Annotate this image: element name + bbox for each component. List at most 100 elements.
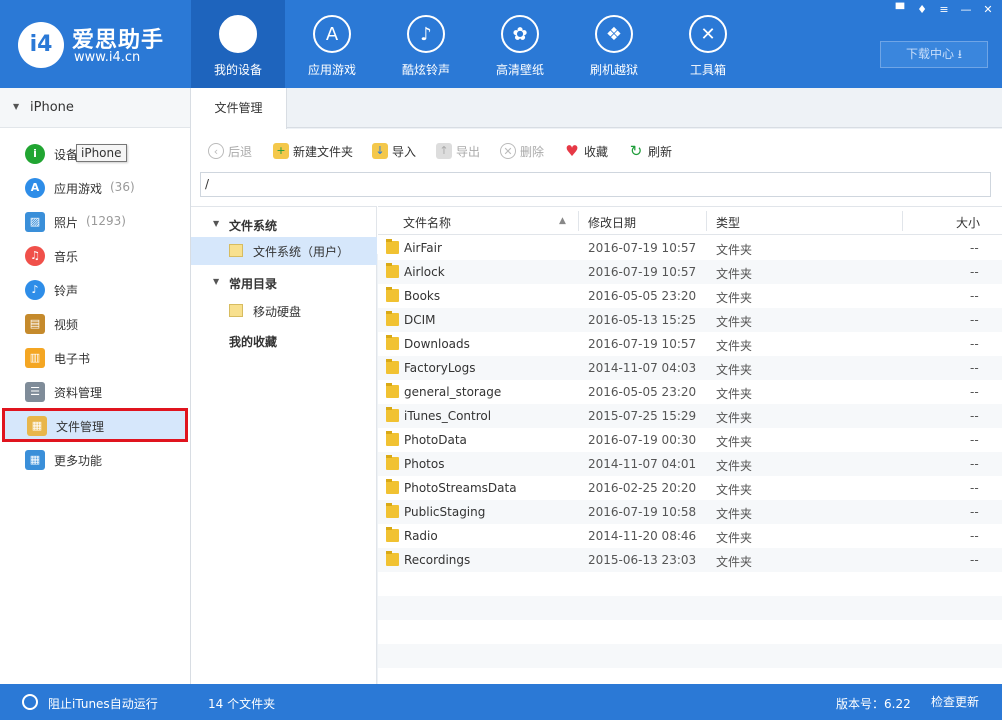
file-name: Airlock	[404, 265, 445, 279]
sidebar-item-label: 铃声	[54, 284, 79, 298]
nav-item-4[interactable]: ❖ 刷机越狱	[567, 0, 661, 88]
nav-label: 酷炫铃声	[401, 63, 450, 77]
column-name[interactable]: 文件名称	[403, 214, 451, 231]
column-date[interactable]: 修改日期	[588, 214, 636, 231]
sidebar-item-2[interactable]: ▨ 照片 (1293)	[0, 204, 190, 238]
nav-label: 刷机越狱	[589, 63, 638, 77]
folder-icon	[386, 239, 399, 254]
tree-group-filesystem[interactable]: ▼ 文件系统	[191, 211, 377, 239]
table-row[interactable]: general_storage 2016-05-05 23:20 文件夹 --	[378, 380, 1002, 404]
table-row[interactable]: Recordings 2015-06-13 23:03 文件夹 --	[378, 548, 1002, 572]
chevron-down-icon: ▼	[13, 102, 20, 111]
menu-icon[interactable]: ≡	[936, 3, 952, 17]
bell-icon: ♪	[25, 280, 45, 300]
check-update-button[interactable]: 检查更新	[922, 690, 988, 714]
sidebar-item-label: 音乐	[54, 250, 79, 264]
main-nav: 我的设备 A 应用游戏 ♪ 酷炫铃声 ✿ 高清壁纸 ❖ 刷机越狱 ✕ 工具箱	[191, 0, 755, 88]
table-row[interactable]: Downloads 2016-07-19 10:57 文件夹 --	[378, 332, 1002, 356]
sidebar-item-label: 应用游戏	[54, 182, 103, 196]
download-center-button[interactable]: 下载中心 ⭳	[880, 41, 988, 68]
nav-item-2[interactable]: ♪ 酷炫铃声	[379, 0, 473, 88]
table-row[interactable]: AirFair 2016-07-19 10:57 文件夹 --	[378, 236, 1002, 260]
tab-bar: 文件管理	[191, 88, 1002, 129]
tree-group-favorites[interactable]: 我的收藏	[191, 327, 377, 355]
file-date: 2016-05-05 23:20	[588, 289, 697, 303]
skin-icon[interactable]: ♦	[914, 3, 930, 17]
film-icon: ▤	[25, 314, 45, 334]
table-row[interactable]: PhotoStreamsData 2016-02-25 20:20 文件夹 --	[378, 476, 1002, 500]
tooltip: iPhone	[76, 144, 127, 162]
folder-icon	[229, 244, 243, 257]
tab-file-manager[interactable]: 文件管理	[191, 88, 287, 129]
table-row[interactable]: Radio 2014-11-20 08:46 文件夹 --	[378, 524, 1002, 548]
folder-icon	[386, 455, 399, 470]
sidebar-item-4[interactable]: ♪ 铃声	[0, 272, 190, 306]
table-row[interactable]: iTunes_Control 2015-07-25 15:29 文件夹 --	[378, 404, 1002, 428]
import-label: 导入	[392, 144, 417, 159]
nav-item-0[interactable]: 我的设备	[191, 0, 285, 88]
table-row[interactable]: DCIM 2016-05-13 15:25 文件夹 --	[378, 308, 1002, 332]
file-name: iTunes_Control	[404, 409, 492, 423]
toggle-circle-icon[interactable]	[22, 694, 38, 710]
sidebar-item-label: 设备	[54, 148, 79, 162]
sidebar-item-1[interactable]: A 应用游戏 (36)	[0, 170, 190, 204]
file-size: --	[970, 289, 979, 303]
column-type[interactable]: 类型	[716, 214, 740, 231]
export-button[interactable]: ↑ 导出	[436, 141, 480, 161]
table-row[interactable]: PhotoData 2016-07-19 00:30 文件夹 --	[378, 428, 1002, 452]
table-row[interactable]: Airlock 2016-07-19 10:57 文件夹 --	[378, 260, 1002, 284]
folder-icon	[386, 335, 399, 350]
file-name: PublicStaging	[404, 505, 486, 519]
book-icon: ▥	[25, 348, 45, 368]
nav-item-5[interactable]: ✕ 工具箱	[661, 0, 755, 88]
sidebar-item-3[interactable]: ♫ 音乐	[0, 238, 190, 272]
new-folder-button[interactable]: + 新建文件夹	[273, 141, 353, 161]
import-button[interactable]: ↓ 导入	[372, 141, 416, 161]
sidebar-item-9[interactable]: ▦ 更多功能	[0, 442, 190, 476]
file-date: 2016-02-25 20:20	[588, 481, 697, 495]
block-itunes-toggle[interactable]: 阻止iTunes自动运行	[48, 695, 158, 712]
table-row[interactable]: FactoryLogs 2014-11-07 04:03 文件夹 --	[378, 356, 1002, 380]
sidebar-item-8[interactable]: ▦ 文件管理	[2, 408, 188, 442]
folder-icon	[386, 383, 399, 398]
table-row[interactable]: Books 2016-05-05 23:20 文件夹 --	[378, 284, 1002, 308]
file-date: 2016-07-19 10:57	[588, 265, 697, 279]
tree-node-mobile-disk[interactable]: 移动硬盘	[191, 297, 377, 325]
refresh-icon: ↻	[629, 142, 643, 160]
tree-node-filesystem-user[interactable]: 文件系统（用户）	[191, 237, 377, 265]
delete-button[interactable]: ✕ 删除	[500, 141, 544, 161]
bell-icon: ♪	[407, 15, 445, 53]
back-button[interactable]: ‹ 后退	[208, 141, 252, 161]
folder-icon	[386, 359, 399, 374]
tree-group-label: 我的收藏	[229, 335, 278, 349]
feedback-icon[interactable]: ▀	[892, 3, 908, 17]
nav-label: 应用游戏	[307, 63, 356, 77]
path-input[interactable]: /	[200, 172, 991, 197]
file-type: 文件夹	[716, 459, 753, 473]
sidebar-item-5[interactable]: ▤ 视频	[0, 306, 190, 340]
chevron-down-icon: ▼	[213, 219, 220, 228]
device-selector[interactable]: ▼ iPhone	[0, 88, 190, 128]
files-icon: ▦	[27, 416, 47, 436]
photo-icon: ▨	[25, 212, 45, 232]
tree-group-common[interactable]: ▼ 常用目录	[191, 269, 377, 297]
minimize-icon[interactable]: —	[958, 3, 974, 17]
sidebar-item-7[interactable]: ☰ 资料管理	[0, 374, 190, 408]
file-type: 文件夹	[716, 339, 753, 353]
table-row[interactable]: Photos 2014-11-07 04:01 文件夹 --	[378, 452, 1002, 476]
nav-item-3[interactable]: ✿ 高清壁纸	[473, 0, 567, 88]
tree-group-label: 常用目录	[229, 277, 278, 291]
nav-item-1[interactable]: A 应用游戏	[285, 0, 379, 88]
contacts-icon: ☰	[25, 382, 45, 402]
app-logo: i4 爱思助手 www.i4.cn	[18, 18, 188, 70]
file-name: Recordings	[404, 553, 471, 567]
close-icon[interactable]: ✕	[980, 3, 996, 17]
favorite-button[interactable]: ♥ 收藏	[564, 141, 608, 161]
column-size[interactable]: 大小	[956, 214, 980, 231]
sidebar-item-6[interactable]: ▥ 电子书	[0, 340, 190, 374]
file-size: --	[970, 481, 979, 495]
refresh-button[interactable]: ↻ 刷新	[628, 141, 672, 161]
sidebar-item-label: 电子书	[54, 352, 91, 366]
table-row[interactable]: PublicStaging 2016-07-19 10:58 文件夹 --	[378, 500, 1002, 524]
main-panel: 文件管理 ‹ 后退 + 新建文件夹 ↓ 导入 ↑ 导出 ✕ 删除 ♥ 收藏 ↻ …	[191, 88, 1002, 692]
